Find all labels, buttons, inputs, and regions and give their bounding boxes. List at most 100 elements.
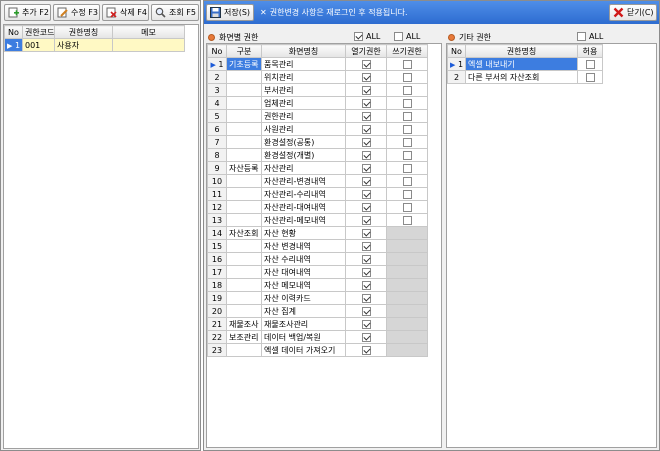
write-checkbox[interactable] <box>402 150 412 160</box>
row-open-cell[interactable] <box>345 213 387 227</box>
write-checkbox[interactable] <box>402 98 412 108</box>
row-open-cell[interactable] <box>345 96 387 110</box>
all-allow-checkbox[interactable] <box>577 32 586 41</box>
table-row[interactable]: 7 환경설정(공통) <box>207 135 428 149</box>
table-row[interactable]: 2 위치관리 <box>207 70 428 84</box>
open-checkbox[interactable] <box>361 176 371 186</box>
table-row[interactable]: 6 사원관리 <box>207 122 428 136</box>
row-write-cell[interactable] <box>386 70 428 84</box>
row-open-cell[interactable] <box>345 343 387 357</box>
table-row[interactable]: 20 자산 집계 <box>207 304 428 318</box>
table-row[interactable]: 2 다른 부서의 자산조회 <box>447 70 603 84</box>
write-checkbox[interactable] <box>402 163 412 173</box>
row-open-cell[interactable] <box>345 135 387 149</box>
row-open-cell[interactable] <box>345 304 387 318</box>
row-write-cell[interactable] <box>386 57 428 71</box>
row-write-cell[interactable] <box>386 109 428 123</box>
row-write-cell[interactable] <box>386 135 428 149</box>
table-row[interactable]: 22 보조관리 데이터 백업/복원 <box>207 330 428 344</box>
row-write-cell[interactable] <box>386 213 428 227</box>
table-row[interactable]: 15 자산 변경내역 <box>207 239 428 253</box>
delete-button[interactable]: 삭제 F4 <box>102 4 149 21</box>
table-row[interactable]: 12 자산관리-대여내역 <box>207 200 428 214</box>
row-open-cell[interactable] <box>345 265 387 279</box>
open-checkbox[interactable] <box>361 202 371 212</box>
open-checkbox[interactable] <box>361 111 371 121</box>
row-write-cell[interactable] <box>386 174 428 188</box>
row-write-cell[interactable] <box>386 122 428 136</box>
write-checkbox[interactable] <box>402 124 412 134</box>
row-open-cell[interactable] <box>345 330 387 344</box>
table-row[interactable]: 9 자산등록 자산관리 <box>207 161 428 175</box>
write-checkbox[interactable] <box>402 202 412 212</box>
row-allow-cell[interactable] <box>577 70 603 84</box>
edit-button[interactable]: 수정 F3 <box>53 4 100 21</box>
open-checkbox[interactable] <box>361 98 371 108</box>
open-checkbox[interactable] <box>361 85 371 95</box>
table-row[interactable]: 13 자산관리-메모내역 <box>207 213 428 227</box>
open-checkbox[interactable] <box>361 59 371 69</box>
row-write-cell[interactable] <box>386 161 428 175</box>
open-checkbox[interactable] <box>361 163 371 173</box>
open-checkbox[interactable] <box>361 306 371 316</box>
add-button[interactable]: 추가 F2 <box>4 4 51 21</box>
open-checkbox[interactable] <box>361 345 371 355</box>
all-write-toggle[interactable]: ALL <box>394 32 420 41</box>
table-row[interactable]: 14 자산조회 자산 현황 <box>207 226 428 240</box>
open-checkbox[interactable] <box>361 150 371 160</box>
write-checkbox[interactable] <box>402 111 412 121</box>
row-open-cell[interactable] <box>345 161 387 175</box>
open-checkbox[interactable] <box>361 124 371 134</box>
row-open-cell[interactable] <box>345 291 387 305</box>
table-row[interactable]: ▶ 1 기초등록 품목관리 <box>207 57 428 71</box>
open-checkbox[interactable] <box>361 72 371 82</box>
open-checkbox[interactable] <box>361 267 371 277</box>
write-checkbox[interactable] <box>402 72 412 82</box>
row-write-cell[interactable] <box>386 83 428 97</box>
open-checkbox[interactable] <box>361 215 371 225</box>
table-row[interactable]: ▶ 1 엑셀 내보내기 <box>447 57 603 71</box>
table-row[interactable]: 10 자산관리-변경내역 <box>207 174 428 188</box>
write-checkbox[interactable] <box>402 189 412 199</box>
table-row[interactable]: 23 엑셀 데이터 가져오기 <box>207 343 428 357</box>
save-button[interactable]: 저장(S) <box>206 4 254 21</box>
row-open-cell[interactable] <box>345 239 387 253</box>
row-open-cell[interactable] <box>345 57 387 71</box>
row-open-cell[interactable] <box>345 109 387 123</box>
open-checkbox[interactable] <box>361 280 371 290</box>
open-checkbox[interactable] <box>361 241 371 251</box>
open-checkbox[interactable] <box>361 137 371 147</box>
row-write-cell[interactable] <box>386 96 428 110</box>
all-allow-toggle[interactable]: ALL <box>577 32 603 41</box>
row-write-cell[interactable] <box>386 187 428 201</box>
search-button[interactable]: 조회 F5 <box>151 4 199 21</box>
row-open-cell[interactable] <box>345 174 387 188</box>
allow-checkbox[interactable] <box>585 72 595 82</box>
open-checkbox[interactable] <box>361 189 371 199</box>
row-open-cell[interactable] <box>345 226 387 240</box>
write-checkbox[interactable] <box>402 176 412 186</box>
table-row[interactable]: 4 업체관리 <box>207 96 428 110</box>
row-allow-cell[interactable] <box>577 57 603 71</box>
table-row[interactable]: 5 권한관리 <box>207 109 428 123</box>
table-row[interactable]: 18 자산 메모내역 <box>207 278 428 292</box>
open-checkbox[interactable] <box>361 293 371 303</box>
row-open-cell[interactable] <box>345 187 387 201</box>
row-open-cell[interactable] <box>345 252 387 266</box>
write-checkbox[interactable] <box>402 215 412 225</box>
row-open-cell[interactable] <box>345 122 387 136</box>
row-open-cell[interactable] <box>345 70 387 84</box>
write-checkbox[interactable] <box>402 137 412 147</box>
open-checkbox[interactable] <box>361 228 371 238</box>
table-row[interactable]: ▶ 1 001 사용자 <box>4 38 185 52</box>
open-checkbox[interactable] <box>361 332 371 342</box>
all-open-checkbox[interactable] <box>354 32 363 41</box>
row-write-cell[interactable] <box>386 148 428 162</box>
all-write-checkbox[interactable] <box>394 32 403 41</box>
open-checkbox[interactable] <box>361 254 371 264</box>
table-row[interactable]: 17 자산 대여내역 <box>207 265 428 279</box>
close-button[interactable]: 닫기(C) <box>609 4 657 21</box>
allow-checkbox[interactable] <box>585 59 595 69</box>
row-open-cell[interactable] <box>345 200 387 214</box>
row-open-cell[interactable] <box>345 148 387 162</box>
